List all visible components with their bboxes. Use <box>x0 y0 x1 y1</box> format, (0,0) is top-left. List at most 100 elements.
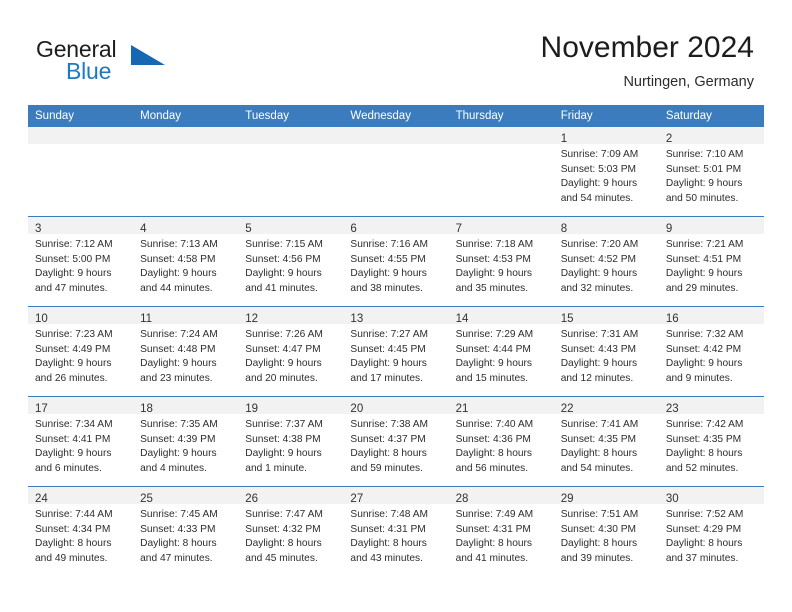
day-number-band: 22 <box>553 397 659 415</box>
brand-logo[interactable]: General Blue <box>36 36 216 92</box>
calendar-day-cell[interactable]: 20 Sunrise: 7:38 AM Sunset: 4:37 PM Dayligh… <box>343 396 449 487</box>
day-number: 16 <box>665 313 679 325</box>
calendar-day-cell[interactable]: 29 Sunrise: 7:51 AM Sunset: 4:30 PM Dayligh… <box>553 486 659 576</box>
day-detail-line: and 32 minutes. <box>560 282 634 294</box>
day-detail-line: and 49 minutes. <box>35 552 108 564</box>
day-number: 21 <box>455 403 469 415</box>
day-detail-line: Sunrise: 7:47 AM <box>245 509 323 520</box>
day-cell-body: Sunrise: 7:44 AM Sunset: 4:34 PM Daylight:… <box>28 504 133 566</box>
day-detail-line: Sunset: 4:55 PM <box>350 253 426 265</box>
day-detail-line: Sunrise: 7:20 AM <box>560 239 639 250</box>
day-detail-line: Sunset: 4:29 PM <box>665 523 742 535</box>
calendar-day-cell-empty <box>133 127 239 217</box>
day-detail-line: Daylight: 9 hours <box>455 358 533 370</box>
day-cell-body: Sunrise: 7:35 AM Sunset: 4:39 PM Daylight:… <box>133 414 238 476</box>
day-detail-line: Sunset: 4:45 PM <box>350 343 426 355</box>
day-detail-line: and 41 minutes. <box>455 552 529 564</box>
calendar-page: General Blue November 2024 Nurtingen, Ge… <box>0 0 792 612</box>
day-number: 17 <box>35 403 48 415</box>
day-detail-line: Daylight: 9 hours <box>245 268 322 280</box>
calendar-day-cell[interactable]: 1 Sunrise: 7:09 AM Sunset: 5:03 PM Daylight… <box>553 127 659 217</box>
calendar-week-row: 17 Sunrise: 7:34 AM Sunset: 4:41 PM Dayligh… <box>28 396 764 487</box>
day-number: 18 <box>140 403 153 415</box>
day-detail-line: and 39 minutes. <box>560 552 634 564</box>
day-detail-line: Sunset: 4:48 PM <box>140 343 216 355</box>
weekday-header-wednesday: Wednesday <box>343 105 449 127</box>
weekday-header-friday: Friday <box>553 105 659 127</box>
day-number-band <box>133 127 239 144</box>
day-detail-line: and 12 minutes. <box>560 372 634 384</box>
calendar-day-cell[interactable]: 8 Sunrise: 7:20 AM Sunset: 4:52 PM Daylight… <box>553 216 659 307</box>
day-detail-line: Sunset: 4:53 PM <box>455 253 531 265</box>
day-detail-line: Daylight: 9 hours <box>665 178 743 190</box>
day-number-band: 19 <box>238 397 344 415</box>
day-number: 30 <box>665 493 679 505</box>
day-detail-line: Daylight: 8 hours <box>665 448 743 460</box>
calendar-day-cell[interactable]: 9 Sunrise: 7:21 AM Sunset: 4:51 PM Daylight… <box>658 216 764 307</box>
calendar-day-cell[interactable]: 10 Sunrise: 7:23 AM Sunset: 4:49 PM Dayligh… <box>28 306 134 397</box>
day-number: 12 <box>245 313 259 325</box>
day-number-band: 12 <box>238 307 344 325</box>
calendar-day-cell[interactable]: 28 Sunrise: 7:49 AM Sunset: 4:31 PM Dayligh… <box>448 486 554 576</box>
day-number-band <box>343 127 449 144</box>
day-detail-line: and 17 minutes. <box>350 372 423 384</box>
day-cell-body: Sunrise: 7:18 AM Sunset: 4:53 PM Daylight:… <box>449 234 554 296</box>
day-number: 5 <box>245 223 252 235</box>
day-number-band: 11 <box>133 307 239 325</box>
calendar-head: Sunday Monday Tuesday Wednesday Thursday… <box>28 105 764 127</box>
calendar-day-cell[interactable]: 25 Sunrise: 7:45 AM Sunset: 4:33 PM Dayligh… <box>133 486 239 576</box>
calendar-day-cell[interactable]: 16 Sunrise: 7:32 AM Sunset: 4:42 PM Dayligh… <box>658 306 764 397</box>
calendar-day-cell[interactable]: 13 Sunrise: 7:27 AM Sunset: 4:45 PM Dayligh… <box>343 306 449 397</box>
calendar-day-cell[interactable]: 3 Sunrise: 7:12 AM Sunset: 5:00 PM Daylight… <box>28 216 134 307</box>
calendar-day-cell[interactable]: 12 Sunrise: 7:26 AM Sunset: 4:47 PM Dayligh… <box>238 306 344 397</box>
day-cell-body: Sunrise: 7:10 AM Sunset: 5:01 PM Daylight:… <box>659 144 764 206</box>
day-number: 1 <box>560 133 568 145</box>
day-cell-body: Sunrise: 7:12 AM Sunset: 5:00 PM Daylight:… <box>28 234 133 296</box>
calendar-day-cell[interactable]: 19 Sunrise: 7:37 AM Sunset: 4:38 PM Dayligh… <box>238 396 344 487</box>
calendar-day-cell[interactable]: 7 Sunrise: 7:18 AM Sunset: 4:53 PM Daylight… <box>448 216 554 307</box>
day-detail-line: Sunrise: 7:41 AM <box>560 419 639 430</box>
day-detail-line: Sunrise: 7:31 AM <box>560 329 639 340</box>
calendar-day-cell[interactable]: 6 Sunrise: 7:16 AM Sunset: 4:55 PM Daylight… <box>343 216 449 307</box>
day-detail-line: Sunrise: 7:32 AM <box>665 329 744 340</box>
day-cell-body: Sunrise: 7:16 AM Sunset: 4:55 PM Daylight:… <box>343 234 448 296</box>
day-detail-line: Sunrise: 7:15 AM <box>245 239 323 250</box>
calendar-day-cell[interactable]: 15 Sunrise: 7:31 AM Sunset: 4:43 PM Dayligh… <box>553 306 659 397</box>
calendar-day-cell[interactable]: 22 Sunrise: 7:41 AM Sunset: 4:35 PM Dayligh… <box>553 396 659 487</box>
calendar-day-cell[interactable]: 21 Sunrise: 7:40 AM Sunset: 4:36 PM Dayligh… <box>448 396 554 487</box>
calendar-day-cell[interactable]: 5 Sunrise: 7:15 AM Sunset: 4:56 PM Daylight… <box>238 216 344 307</box>
calendar-day-cell[interactable]: 26 Sunrise: 7:47 AM Sunset: 4:32 PM Dayligh… <box>238 486 344 576</box>
title-block: November 2024 Nurtingen, Germany <box>541 30 754 92</box>
day-cell-body: Sunrise: 7:21 AM Sunset: 4:51 PM Daylight:… <box>659 234 764 296</box>
day-cell-body: Sunrise: 7:41 AM Sunset: 4:35 PM Daylight:… <box>554 414 659 476</box>
day-cell-body: Sunrise: 7:49 AM Sunset: 4:31 PM Daylight:… <box>449 504 554 566</box>
day-detail-line: Daylight: 8 hours <box>455 538 533 550</box>
calendar-day-cell[interactable]: 27 Sunrise: 7:48 AM Sunset: 4:31 PM Dayligh… <box>343 486 449 576</box>
calendar-day-cell[interactable]: 18 Sunrise: 7:35 AM Sunset: 4:39 PM Dayligh… <box>133 396 239 487</box>
calendar-day-cell-empty <box>238 127 344 217</box>
calendar-day-cell[interactable]: 23 Sunrise: 7:42 AM Sunset: 4:35 PM Dayligh… <box>658 396 764 487</box>
page-subtitle: Nurtingen, Germany <box>623 74 754 90</box>
day-detail-line: Daylight: 8 hours <box>350 538 427 550</box>
calendar-day-cell[interactable]: 14 Sunrise: 7:29 AM Sunset: 4:44 PM Dayligh… <box>448 306 554 397</box>
calendar-table: Sunday Monday Tuesday Wednesday Thursday… <box>28 105 764 576</box>
day-detail-line: Daylight: 8 hours <box>560 448 638 460</box>
day-number-band: 21 <box>448 397 554 415</box>
day-cell-body: Sunrise: 7:32 AM Sunset: 4:42 PM Daylight:… <box>659 324 764 386</box>
day-detail-line: Daylight: 9 hours <box>35 448 112 460</box>
day-number: 23 <box>665 403 679 415</box>
day-detail-line: and 50 minutes. <box>665 192 739 204</box>
calendar-day-cell[interactable]: 11 Sunrise: 7:24 AM Sunset: 4:48 PM Dayligh… <box>133 306 239 397</box>
calendar-day-cell-empty <box>448 127 554 217</box>
calendar-day-cell[interactable]: 30 Sunrise: 7:52 AM Sunset: 4:29 PM Dayligh… <box>658 486 764 576</box>
day-detail-line: Daylight: 8 hours <box>35 538 112 550</box>
day-detail-line: and 59 minutes. <box>350 462 423 474</box>
calendar-day-cell[interactable]: 24 Sunrise: 7:44 AM Sunset: 4:34 PM Dayligh… <box>28 486 134 576</box>
calendar-day-cell[interactable]: 17 Sunrise: 7:34 AM Sunset: 4:41 PM Dayligh… <box>28 396 134 487</box>
calendar-day-cell[interactable]: 4 Sunrise: 7:13 AM Sunset: 4:58 PM Daylight… <box>133 216 239 307</box>
weekday-header-sunday: Sunday <box>28 105 134 127</box>
day-number-band: 14 <box>448 307 554 325</box>
day-number-band: 30 <box>658 487 764 505</box>
calendar-day-cell[interactable]: 2 Sunrise: 7:10 AM Sunset: 5:01 PM Daylight… <box>658 127 764 217</box>
day-detail-line: Daylight: 8 hours <box>140 538 217 550</box>
